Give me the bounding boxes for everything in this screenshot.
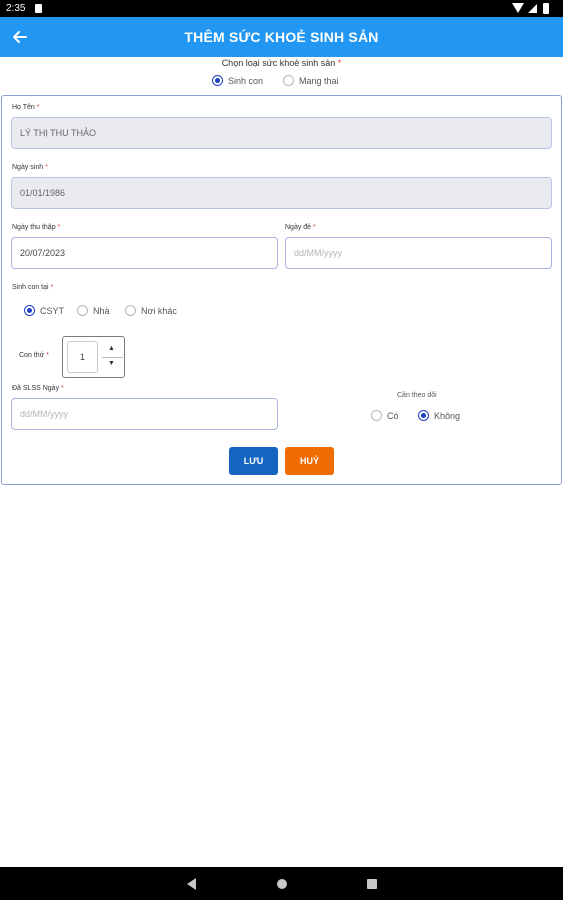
square-recent-icon[interactable] [367,879,377,889]
delivery-date-field[interactable]: dd/MM/yyyy [285,237,552,269]
birth-date-label: Ngày sinh * [12,164,48,171]
monitoring-label: Cần theo dõi [397,392,437,399]
full-name-field[interactable]: LÝ THỊ THU THẢO [11,117,552,149]
birth-date-field[interactable]: 01/01/1986 [11,177,552,209]
battery-icon [543,3,549,14]
radio-option-khong[interactable]: Không [418,410,460,421]
radio-option-nha[interactable]: Nhà [77,305,110,316]
radio-button[interactable] [125,305,136,316]
save-button[interactable]: LƯU [229,447,278,475]
radio-button[interactable] [24,305,35,316]
birth-place-label: Sinh con tại * [12,284,54,291]
status-time: 2:35 [6,3,26,14]
radio-button[interactable] [371,410,382,421]
radio-option-noi-khac[interactable]: Nơi khác [125,305,177,316]
child-order-value[interactable]: 1 [67,341,98,373]
child-order-stepper[interactable]: 1 ▲ ▼ [62,336,125,378]
child-order-label: Con thứ * [19,352,49,359]
required-mark: * [337,58,342,68]
birth-reg-date-field[interactable]: dd/MM/yyyy [11,398,278,430]
circle-home-icon[interactable] [277,879,287,889]
birth-reg-date-label: Đã SLSS Ngày * [12,385,64,392]
triangle-back-icon[interactable] [187,878,196,890]
radio-button[interactable] [212,75,223,86]
status-bar: 2:35 [0,0,563,17]
radio-option-co[interactable]: Có [371,410,399,421]
cancel-button[interactable]: HUỶ [285,447,334,475]
type-selector-label: Chọn loại sức khoẻ sinh sản * [221,58,342,68]
radio-option-mang-thai[interactable]: Mang thai [283,75,339,86]
increment-icon[interactable]: ▲ [108,345,115,352]
wifi-icon [512,3,524,13]
full-name-label: Họ Tên * [12,104,40,111]
radio-button[interactable] [77,305,88,316]
decrement-icon[interactable]: ▼ [108,360,115,367]
app-bar: THÊM SỨC KHOẺ SINH SẢN [0,17,563,57]
delivery-date-label: Ngày đẻ * [285,224,316,231]
radio-button[interactable] [283,75,294,86]
sd-card-icon [35,4,42,13]
radio-option-csyt[interactable]: CSYT [24,305,64,316]
page-title: THÊM SỨC KHOẺ SINH SẢN [184,29,379,45]
stepper-divider [102,357,123,358]
cell-signal-icon [528,4,537,13]
radio-option-sinh-con[interactable]: Sinh con [212,75,263,86]
system-nav-bar [0,867,563,900]
collect-date-field[interactable]: 20/07/2023 [11,237,278,269]
radio-button[interactable] [418,410,429,421]
collect-date-label: Ngày thu thập * [12,224,61,231]
